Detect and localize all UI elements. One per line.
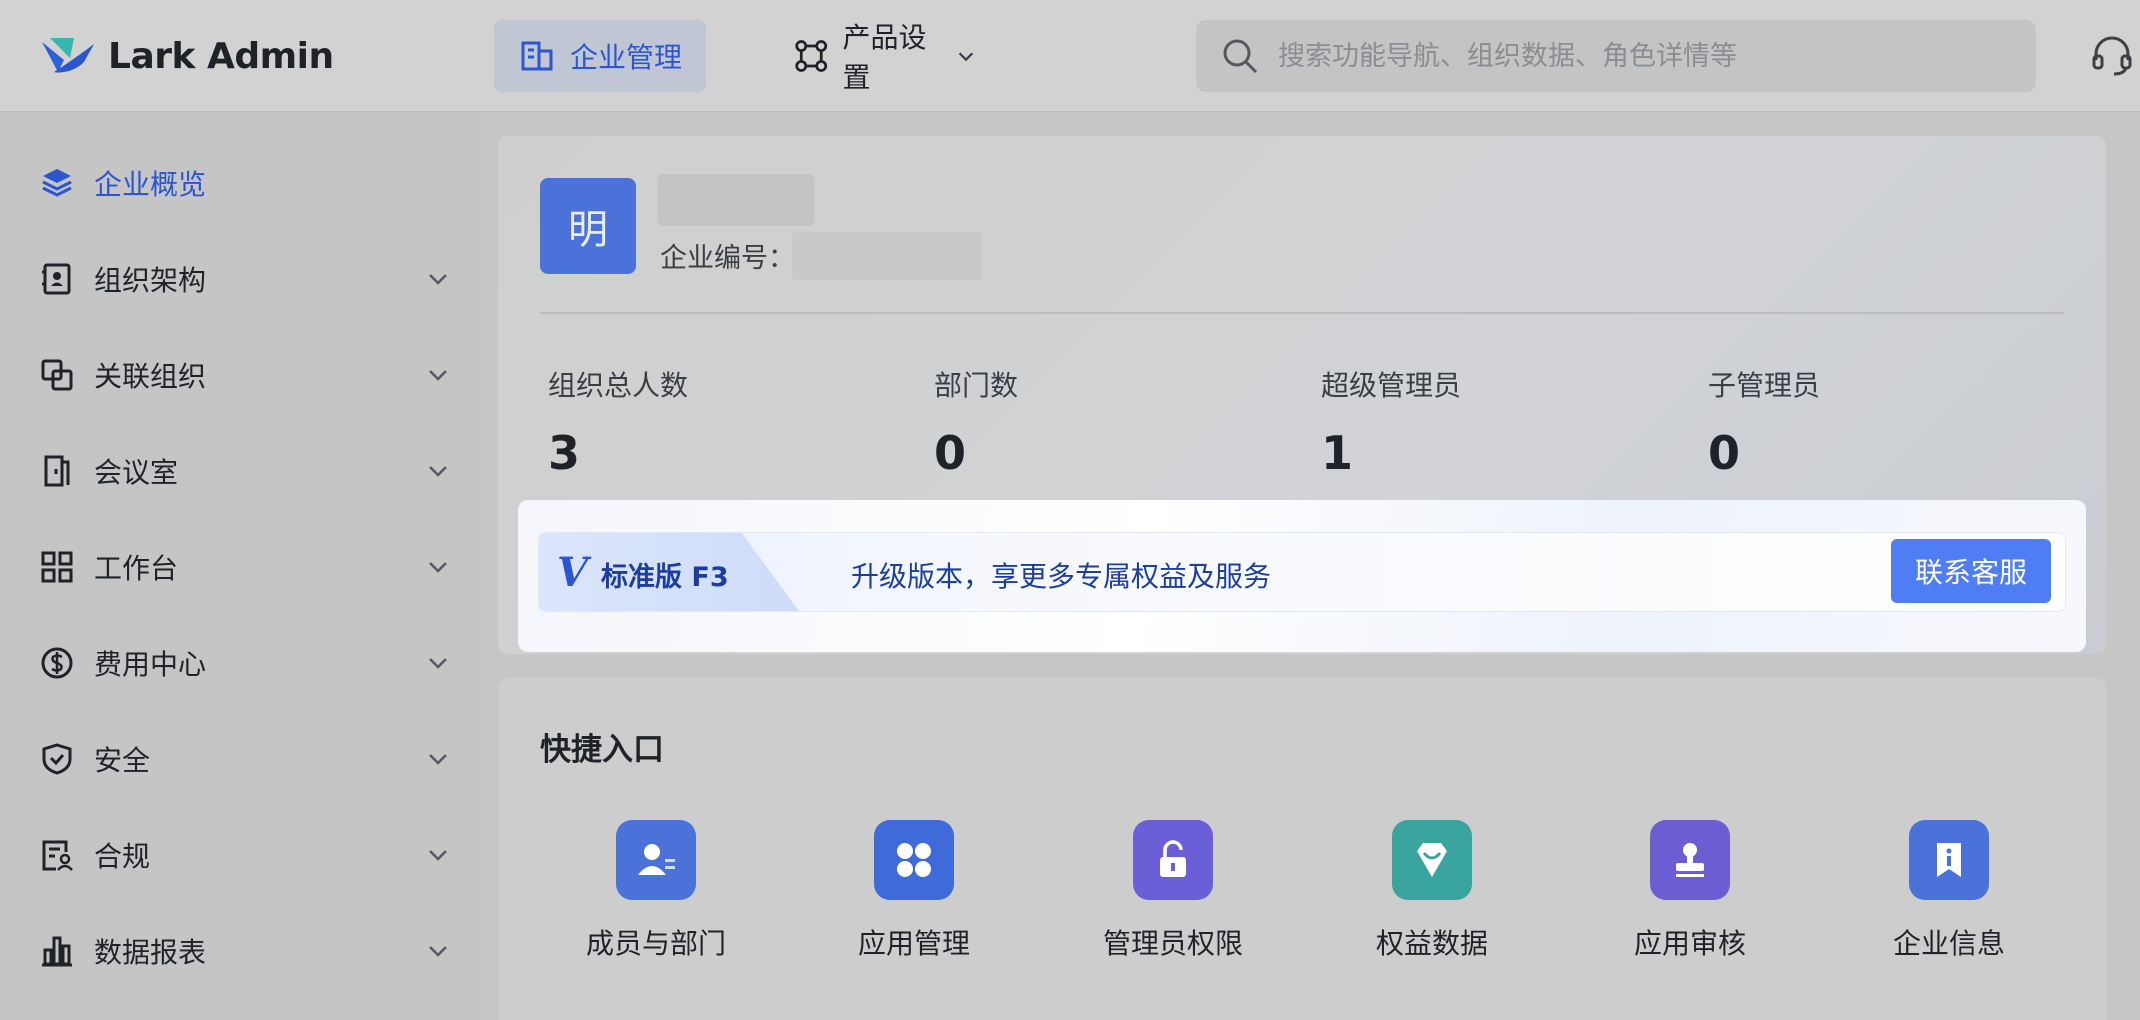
quick-entry-label: 权益数据 (1375, 927, 1488, 960)
stat-value: 3 (548, 426, 581, 480)
sidebar: 企业概览 组织架构 关联组织 会议室 工作台 费用中心 安全 合规 数据报表 (0, 113, 480, 1020)
search-input[interactable] (1278, 40, 1998, 72)
sidebar-item-org-structure[interactable]: 组织架构 (0, 239, 480, 319)
upgrade-banner-highlight: V 标准版 F3 升级版本，享更多专属权益及服务 联系客服 (518, 500, 2086, 652)
sidebar-item-workplace[interactable]: 工作台 (0, 527, 480, 607)
stat-value: 0 (1708, 426, 1741, 480)
upgrade-message: 升级版本，享更多专属权益及服务 (851, 560, 1272, 593)
lark-bird-icon (42, 38, 94, 73)
quick-entry-label: 企业信息 (1892, 927, 2005, 960)
stat-total-members: 组织总人数 3 (548, 364, 688, 480)
chevron-down-icon (429, 466, 447, 477)
contact-support-button[interactable]: 联系客服 (1891, 539, 2051, 603)
top-bar: Lark Admin 企业管理 产品设置 (0, 0, 2140, 112)
members-icon (616, 820, 696, 900)
grid-icon (41, 551, 73, 583)
brand-name: Lark Admin (108, 35, 334, 77)
contact-card-icon (42, 263, 71, 295)
stat-label: 部门数 (934, 369, 1019, 402)
dollar-icon (41, 647, 73, 679)
sidebar-item-label: 安全 (94, 744, 151, 777)
stat-super-admins: 超级管理员 1 (1321, 364, 1461, 480)
sidebar-item-label: 合规 (94, 840, 151, 873)
quick-entry-label: 应用管理 (857, 927, 970, 960)
stat-value: 1 (1321, 426, 1354, 480)
enterprise-name-redacted (658, 174, 814, 226)
enterprise-id-label: 企业编号： (660, 243, 795, 274)
sidebar-item-label: 费用中心 (94, 648, 207, 681)
layers-icon (42, 169, 72, 197)
quick-entry-enterprise-info[interactable]: 企业信息 (1849, 820, 2049, 962)
shield-icon (42, 743, 72, 775)
chevron-down-icon (429, 562, 447, 573)
info-badge-icon (1909, 820, 1989, 900)
chevron-down-icon (429, 946, 447, 957)
enterprise-id-redacted (792, 232, 982, 280)
sidebar-item-label: 关联组织 (94, 360, 207, 393)
nav-product-settings[interactable]: 产品设置 (770, 20, 1000, 94)
stat-label: 超级管理员 (1321, 369, 1462, 402)
stamp-icon (1650, 820, 1730, 900)
quick-entry-label: 管理员权限 (1102, 927, 1243, 960)
quick-entry-app-review[interactable]: 应用审核 (1590, 820, 1790, 962)
sidebar-item-billing[interactable]: 费用中心 (0, 623, 480, 703)
sidebar-item-linked-orgs[interactable]: 关联组织 (0, 335, 480, 415)
quick-entry-admin-permissions[interactable]: 管理员权限 (1073, 820, 1273, 962)
stat-departments: 部门数 0 (934, 364, 1018, 480)
document-person-icon (42, 840, 73, 871)
gem-icon (1392, 820, 1472, 900)
quick-entry-label: 成员与部门 (585, 927, 726, 960)
divider (540, 312, 2064, 314)
nodes-icon (795, 40, 828, 72)
upgrade-banner: V 标准版 F3 升级版本，享更多专属权益及服务 联系客服 (538, 532, 2066, 612)
stat-label: 子管理员 (1708, 369, 1821, 402)
chevron-down-icon (429, 370, 447, 381)
nav-enterprise-management[interactable]: 企业管理 (494, 20, 706, 92)
sidebar-item-label: 工作台 (94, 552, 179, 585)
sidebar-item-label: 数据报表 (94, 936, 207, 969)
nav-label: 产品设置 (842, 21, 927, 94)
linked-squares-icon (41, 359, 73, 391)
version-name: 标准版 F3 (601, 562, 729, 593)
sidebar-item-compliance[interactable]: 合规 (0, 815, 480, 895)
stat-value: 0 (934, 426, 967, 480)
quick-entry-benefit-data[interactable]: 权益数据 (1332, 820, 1532, 962)
chevron-down-icon (429, 754, 447, 765)
sidebar-item-security[interactable]: 安全 (0, 719, 480, 799)
nav-label: 企业管理 (570, 41, 683, 74)
chevron-down-icon (429, 850, 447, 861)
lark-logo[interactable]: Lark Admin (40, 32, 334, 80)
apps-icon (874, 820, 954, 900)
unlock-icon (1133, 820, 1213, 900)
enterprise-overview-card: 明 企业编号： 组织总人数 3 部门数 0 超级管理员 1 子管理员 0 V 标… (498, 136, 2106, 654)
quick-entry-card: 快捷入口 成员与部门 应用管理 管理员权限 权益数据 应用审核 企业信息 (498, 678, 2106, 1020)
door-icon (44, 455, 70, 487)
chevron-down-icon (958, 52, 974, 62)
sidebar-item-label: 会议室 (94, 456, 179, 489)
search-bar[interactable] (1196, 20, 2036, 92)
enterprise-avatar: 明 (540, 178, 636, 274)
chevron-down-icon (429, 658, 447, 669)
stat-label: 组织总人数 (548, 369, 689, 402)
sidebar-item-meeting-rooms[interactable]: 会议室 (0, 431, 480, 511)
version-v-icon: V (557, 549, 589, 596)
building-icon (521, 41, 553, 71)
headset-icon[interactable] (2090, 34, 2134, 78)
search-icon (1223, 39, 1258, 74)
quick-entry-members-departments[interactable]: 成员与部门 (556, 820, 756, 962)
quick-entry-app-management[interactable]: 应用管理 (814, 820, 1014, 962)
stat-sub-admins: 子管理员 0 (1708, 364, 1820, 480)
quick-entry-title: 快捷入口 (540, 732, 664, 768)
sidebar-item-data-reports[interactable]: 数据报表 (0, 911, 480, 991)
sidebar-item-label: 组织架构 (94, 264, 207, 297)
chevron-down-icon (429, 274, 447, 285)
bar-chart-icon (42, 936, 72, 967)
quick-entry-label: 应用审核 (1633, 927, 1746, 960)
sidebar-item-label: 企业概览 (94, 168, 207, 201)
sidebar-item-enterprise-overview[interactable]: 企业概览 (0, 143, 480, 223)
